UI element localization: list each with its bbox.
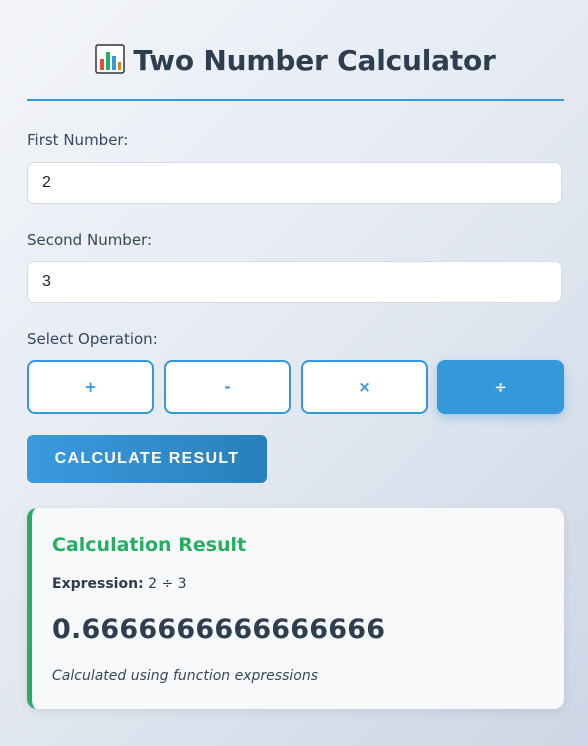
operation-selector: + - × ÷: [27, 360, 564, 414]
result-card: Calculation Result Expression: 2 ÷ 3 0.6…: [27, 508, 564, 709]
result-value: 0.6666666666666666: [52, 614, 386, 645]
second-number-label: Second Number:: [27, 231, 153, 249]
page-title: Two Number Calculator: [27, 44, 564, 77]
subtract-button[interactable]: -: [164, 360, 291, 414]
bar-chart-icon: [95, 44, 126, 74]
expression-label: Expression:: [52, 576, 144, 592]
first-number-label: First Number:: [27, 131, 129, 149]
title-divider: [27, 99, 564, 101]
multiply-button[interactable]: ×: [301, 360, 428, 414]
expression-line: Expression: 2 ÷ 3: [52, 576, 187, 592]
second-number-input[interactable]: 3: [27, 261, 562, 303]
result-note: Calculated using function expressions: [52, 668, 318, 684]
divide-button[interactable]: ÷: [437, 360, 564, 414]
calculate-button[interactable]: CALCULATE RESULT: [27, 435, 267, 483]
page-title-text: Two Number Calculator: [133, 44, 496, 77]
first-number-input[interactable]: 2: [27, 162, 562, 204]
expression-value: 2 ÷ 3: [148, 576, 187, 592]
add-button[interactable]: +: [27, 360, 154, 414]
result-title: Calculation Result: [52, 534, 247, 556]
operation-label: Select Operation:: [27, 330, 158, 348]
